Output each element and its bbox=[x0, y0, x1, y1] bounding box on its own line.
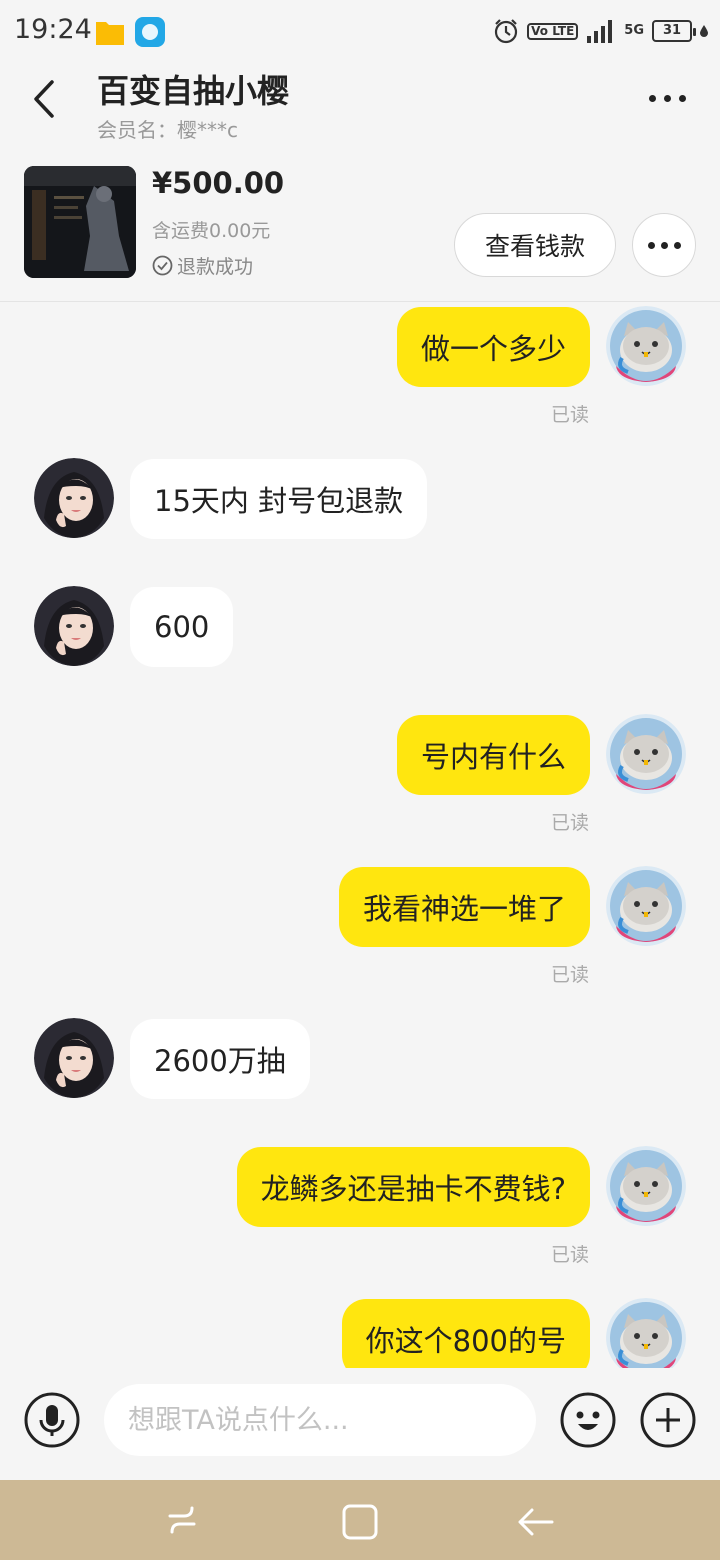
chat-title: 百变自抽小樱 bbox=[97, 72, 290, 110]
signal-icon bbox=[587, 20, 613, 43]
seller-avatar[interactable] bbox=[34, 1018, 114, 1098]
app-notification-icon bbox=[135, 17, 165, 47]
product-thumbnail[interactable] bbox=[24, 166, 136, 278]
seller-avatar[interactable] bbox=[34, 458, 114, 538]
my-avatar[interactable] bbox=[606, 1298, 686, 1368]
chat-messages[interactable]: 做一个多少 已读 15天内 封号包退款 600 号内有什么 已读 我看神选一堆了… bbox=[0, 302, 720, 1368]
shipping-info: 含运费0.00元 bbox=[152, 220, 271, 242]
refund-status: 退款成功 bbox=[152, 252, 253, 279]
my-message-bubble[interactable]: 做一个多少 bbox=[396, 307, 590, 387]
read-receipt: 已读 bbox=[550, 1244, 589, 1266]
plus-icon[interactable] bbox=[640, 1392, 696, 1448]
my-avatar[interactable] bbox=[606, 306, 686, 386]
seller-message-bubble[interactable]: 600 bbox=[130, 587, 234, 667]
status-indicators: Vo LTE 5G 31 bbox=[493, 18, 708, 44]
microphone-icon[interactable] bbox=[24, 1392, 80, 1448]
back-nav-icon[interactable] bbox=[516, 1502, 556, 1542]
read-receipt: 已读 bbox=[550, 964, 589, 986]
seller-message-bubble[interactable]: 15天内 封号包退款 bbox=[130, 459, 428, 539]
charging-icon bbox=[700, 25, 708, 37]
read-receipt: 已读 bbox=[550, 404, 589, 426]
my-message-bubble[interactable]: 我看神选一堆了 bbox=[338, 867, 590, 947]
seller-avatar[interactable] bbox=[34, 586, 114, 666]
my-message-bubble[interactable]: 龙鳞多还是抽卡不费钱? bbox=[236, 1147, 590, 1227]
refund-status-label: 退款成功 bbox=[177, 256, 254, 278]
product-price: ¥500.00 bbox=[152, 166, 285, 200]
my-avatar[interactable] bbox=[606, 1146, 686, 1226]
folder-icon bbox=[96, 22, 124, 45]
my-message-bubble[interactable]: 你这个800的号 bbox=[341, 1299, 590, 1368]
volte-badge: Vo LTE bbox=[527, 22, 579, 40]
more-icon[interactable] bbox=[642, 80, 692, 116]
message-input-bar bbox=[0, 1368, 720, 1480]
system-nav-bar bbox=[0, 1480, 720, 1560]
alarm-icon bbox=[495, 19, 518, 44]
chat-header: 百变自抽小樱 会员名：樱***c bbox=[0, 66, 720, 146]
read-receipt: 已读 bbox=[550, 812, 589, 834]
my-avatar[interactable] bbox=[606, 866, 686, 946]
home-icon[interactable] bbox=[340, 1502, 380, 1542]
network-type: 5G bbox=[624, 23, 644, 38]
emoji-icon[interactable] bbox=[560, 1392, 616, 1448]
battery-icon: 31 bbox=[652, 20, 696, 42]
my-message-bubble[interactable]: 号内有什么 bbox=[396, 715, 590, 795]
back-icon[interactable] bbox=[26, 76, 66, 122]
card-more-icon[interactable] bbox=[632, 213, 696, 277]
status-time: 19:24 bbox=[14, 14, 92, 45]
recent-apps-icon[interactable] bbox=[162, 1502, 202, 1542]
product-card[interactable]: ¥500.00 含运费0.00元 退款成功 查看钱款 bbox=[0, 146, 720, 302]
seller-message-bubble[interactable]: 2600万抽 bbox=[130, 1019, 310, 1099]
view-refund-button[interactable]: 查看钱款 bbox=[454, 213, 616, 277]
my-avatar[interactable] bbox=[606, 714, 686, 794]
check-circle-icon bbox=[152, 255, 173, 276]
status-bar: 19:24 Vo LTE 5G 31 bbox=[0, 0, 720, 66]
message-input[interactable] bbox=[104, 1384, 536, 1456]
member-name: 会员名：樱***c bbox=[97, 118, 238, 142]
